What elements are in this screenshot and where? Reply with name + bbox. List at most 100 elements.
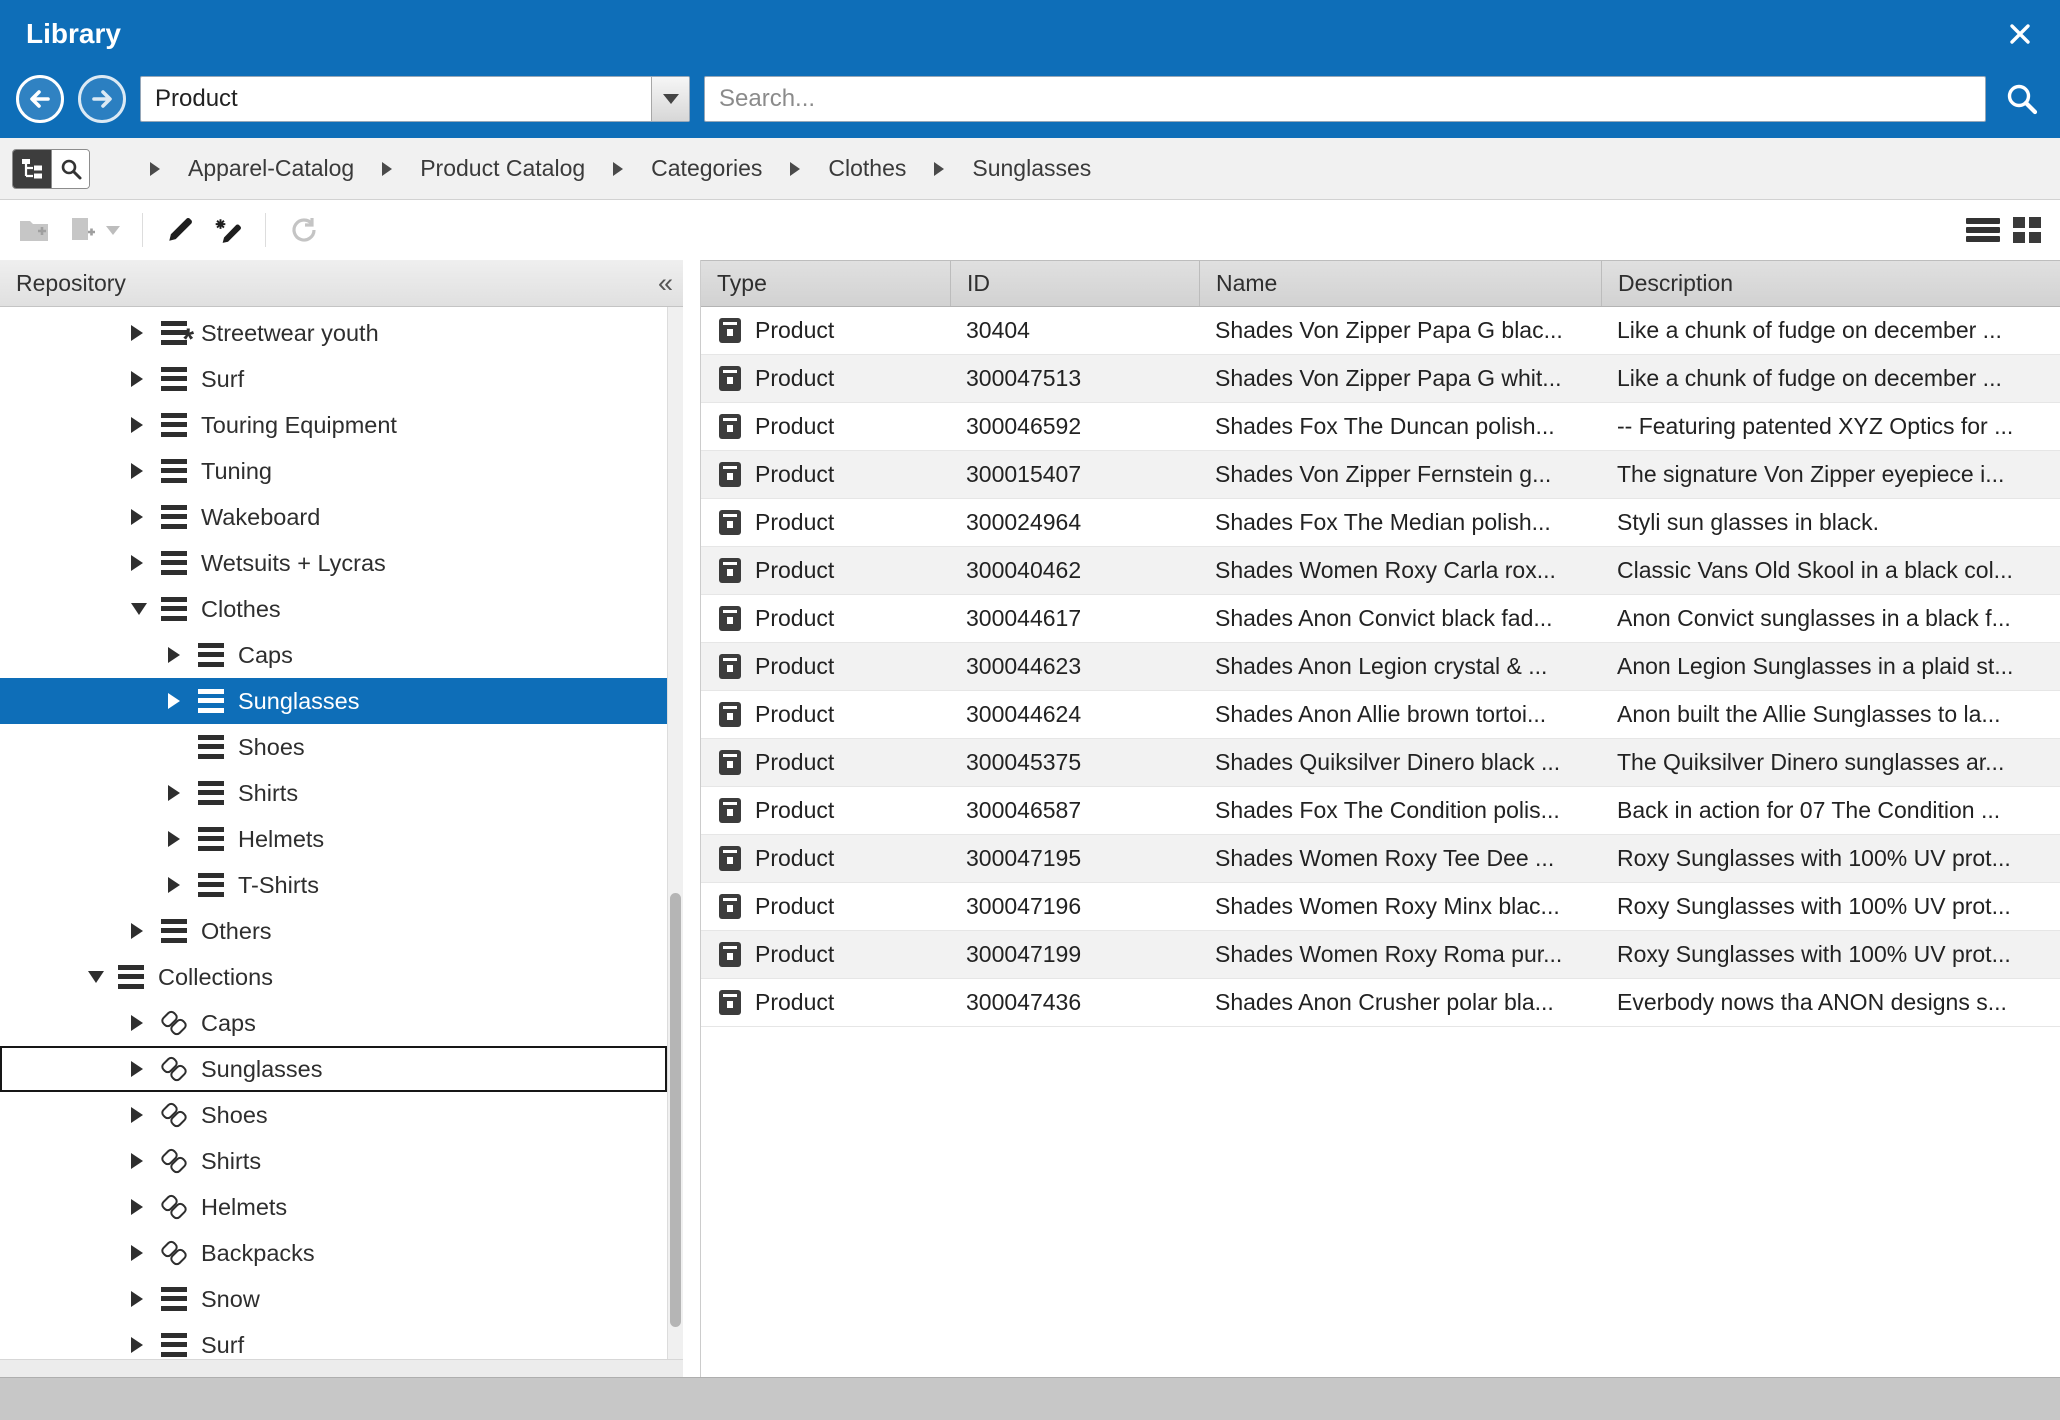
close-icon[interactable]: [2006, 20, 2034, 48]
grid-view-icon[interactable]: [2012, 216, 2042, 244]
edit-icon[interactable]: [165, 215, 195, 245]
scrollbar-thumb[interactable]: [670, 893, 681, 1327]
expand-arrow-icon[interactable]: [131, 509, 157, 525]
table-row[interactable]: Product 300047436 Shades Anon Crusher po…: [701, 979, 2060, 1027]
breadcrumb-item[interactable]: Apparel-Catalog: [188, 155, 354, 182]
expand-arrow-icon[interactable]: [168, 785, 194, 801]
cell-type-label: Product: [755, 461, 834, 488]
product-icon: [719, 942, 741, 967]
type-selector[interactable]: Product: [140, 76, 690, 122]
table-row[interactable]: Product 300047513 Shades Von Zipper Papa…: [701, 355, 2060, 403]
tree-item[interactable]: Sunglasses: [0, 1046, 667, 1092]
tree-item[interactable]: Backpacks: [0, 1230, 667, 1276]
expand-arrow-icon[interactable]: [131, 1015, 157, 1031]
tree-item-label: T-Shirts: [238, 872, 319, 899]
tree-item-label: Caps: [238, 642, 293, 669]
breadcrumb-item[interactable]: Product Catalog: [420, 155, 585, 182]
expand-arrow-icon[interactable]: [131, 371, 157, 387]
tree-item[interactable]: Wetsuits + Lycras: [0, 540, 667, 586]
tree-item[interactable]: Sunglasses: [0, 678, 667, 724]
search-icon[interactable]: [2000, 77, 2044, 121]
tree-item[interactable]: T-Shirts: [0, 862, 667, 908]
table-row[interactable]: Product 300024964 Shades Fox The Median …: [701, 499, 2060, 547]
tree-item[interactable]: Surf: [0, 1322, 667, 1359]
tree-item[interactable]: Shoes: [0, 724, 667, 770]
expand-arrow-icon[interactable]: [131, 463, 157, 479]
tree-item[interactable]: Snow: [0, 1276, 667, 1322]
add-item-icon[interactable]: [68, 215, 96, 245]
table-row[interactable]: Product 300044623 Shades Anon Legion cry…: [701, 643, 2060, 691]
expand-arrow-icon[interactable]: [131, 1291, 157, 1307]
breadcrumb-item[interactable]: Sunglasses: [972, 155, 1091, 182]
expand-arrow-icon[interactable]: [131, 417, 157, 433]
cell-name: Shades Women Roxy Roma pur...: [1199, 941, 1601, 968]
cell-name: Shades Fox The Condition polis...: [1199, 797, 1601, 824]
expand-arrow-icon[interactable]: [168, 647, 194, 663]
column-header-id[interactable]: ID: [950, 261, 1199, 306]
expand-arrow-icon[interactable]: [131, 1199, 157, 1215]
sync-icon[interactable]: [288, 215, 318, 245]
tree-item[interactable]: Collections: [0, 954, 667, 1000]
expand-arrow-icon[interactable]: [168, 877, 194, 893]
breadcrumb-item[interactable]: Clothes: [828, 155, 906, 182]
column-header-description[interactable]: Description: [1601, 261, 2060, 306]
tree-item[interactable]: Wakeboard: [0, 494, 667, 540]
table-row[interactable]: Product 300044617 Shades Anon Convict bl…: [701, 595, 2060, 643]
expand-arrow-icon[interactable]: [131, 603, 157, 615]
multi-edit-icon[interactable]: [213, 215, 243, 245]
cell-description: The signature Von Zipper eyepiece i...: [1601, 461, 2060, 488]
table-row[interactable]: Product 300047196 Shades Women Roxy Minx…: [701, 883, 2060, 931]
tree-item[interactable]: Surf: [0, 356, 667, 402]
tree-item[interactable]: Tuning: [0, 448, 667, 494]
expand-arrow-icon[interactable]: [131, 555, 157, 571]
cell-type-label: Product: [755, 893, 834, 920]
back-button[interactable]: [16, 75, 64, 123]
table-row[interactable]: Product 300047199 Shades Women Roxy Roma…: [701, 931, 2060, 979]
table-row[interactable]: Product 300044624 Shades Anon Allie brow…: [701, 691, 2060, 739]
add-item-dropdown-icon[interactable]: [106, 226, 120, 235]
tree-item[interactable]: Shirts: [0, 1138, 667, 1184]
type-selector-dropdown-button[interactable]: [651, 77, 689, 121]
breadcrumb-item[interactable]: Categories: [651, 155, 762, 182]
search-input[interactable]: [704, 76, 1986, 122]
table-row[interactable]: Product 30404 Shades Von Zipper Papa G b…: [701, 307, 2060, 355]
table-row[interactable]: Product 300046592 Shades Fox The Duncan …: [701, 403, 2060, 451]
expand-arrow-icon[interactable]: [88, 971, 114, 983]
expand-arrow-icon[interactable]: [131, 923, 157, 939]
expand-arrow-icon[interactable]: [131, 1061, 157, 1077]
forward-button[interactable]: [78, 75, 126, 123]
table-row[interactable]: Product 300040462 Shades Women Roxy Carl…: [701, 547, 2060, 595]
table-row[interactable]: Product 300047195 Shades Women Roxy Tee …: [701, 835, 2060, 883]
tree-mode-button[interactable]: [13, 150, 51, 188]
table-row[interactable]: Product 300015407 Shades Von Zipper Fern…: [701, 451, 2060, 499]
expand-arrow-icon[interactable]: [131, 1153, 157, 1169]
expand-arrow-icon[interactable]: [131, 1245, 157, 1261]
tree-item[interactable]: Helmets: [0, 816, 667, 862]
product-icon: [719, 462, 741, 487]
tree-item[interactable]: Caps: [0, 632, 667, 678]
tree-item[interactable]: Others: [0, 908, 667, 954]
tree-item[interactable]: Clothes: [0, 586, 667, 632]
tree-item[interactable]: Caps: [0, 1000, 667, 1046]
expand-arrow-icon[interactable]: [168, 831, 194, 847]
expand-arrow-icon[interactable]: [131, 1107, 157, 1123]
expand-arrow-icon[interactable]: [168, 693, 194, 709]
table-row[interactable]: Product 300046587 Shades Fox The Conditi…: [701, 787, 2060, 835]
add-folder-icon[interactable]: [18, 216, 50, 244]
tree-item[interactable]: Shirts: [0, 770, 667, 816]
tree-item[interactable]: Shoes: [0, 1092, 667, 1138]
expand-arrow-icon[interactable]: [131, 1337, 157, 1353]
cell-id: 300047436: [950, 989, 1199, 1016]
tree-item[interactable]: Touring Equipment: [0, 402, 667, 448]
column-header-type[interactable]: Type: [701, 261, 950, 306]
tree-horizontal-scrollbar[interactable]: [0, 1359, 683, 1377]
search-mode-button[interactable]: [51, 150, 89, 188]
expand-arrow-icon[interactable]: [131, 325, 157, 341]
table-row[interactable]: Product 300045375 Shades Quiksilver Dine…: [701, 739, 2060, 787]
column-header-name[interactable]: Name: [1199, 261, 1601, 306]
tree-item[interactable]: Helmets: [0, 1184, 667, 1230]
tree-vertical-scrollbar[interactable]: [667, 307, 683, 1359]
list-view-icon[interactable]: [1966, 216, 2000, 244]
tree-item[interactable]: Streetwear youth: [0, 310, 667, 356]
collapse-panel-icon[interactable]: «: [658, 270, 673, 297]
